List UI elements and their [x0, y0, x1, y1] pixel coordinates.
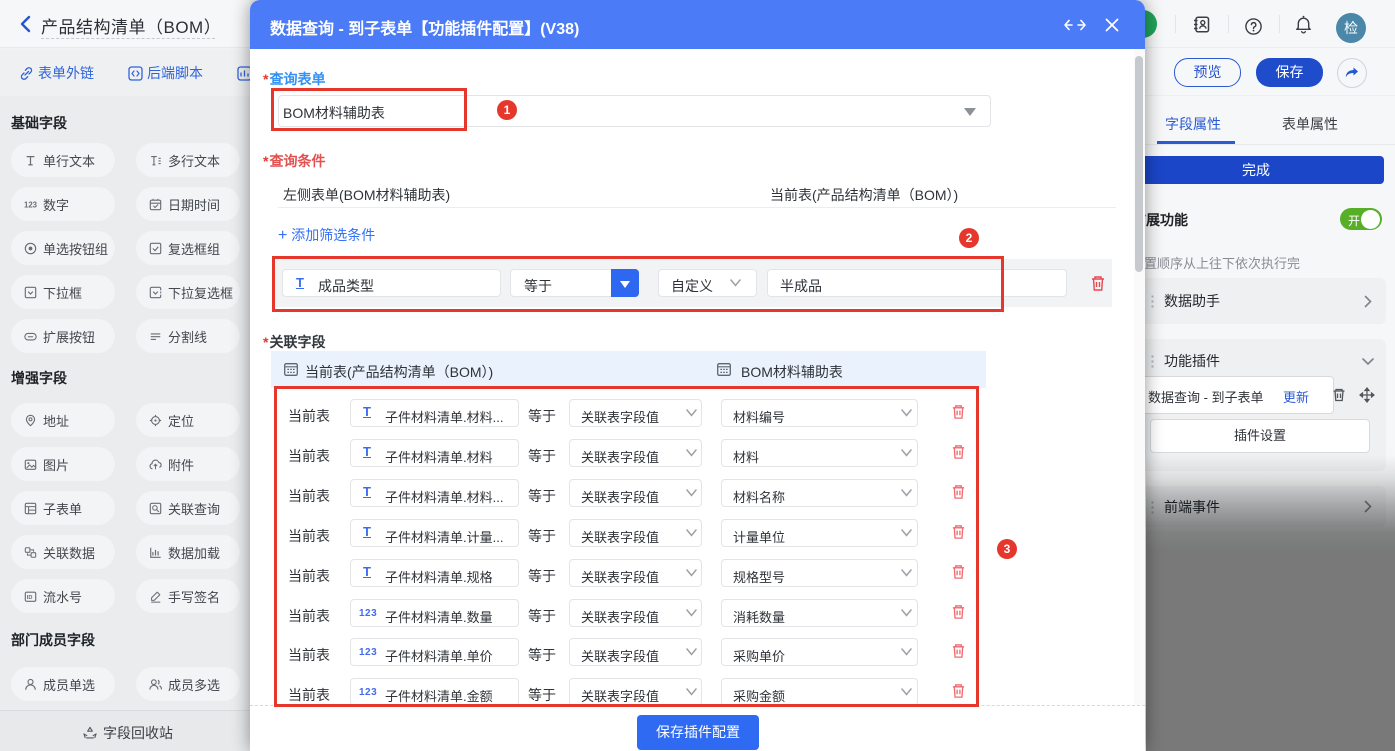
- svg-text:123: 123: [24, 200, 37, 209]
- svg-text:ID: ID: [27, 595, 33, 601]
